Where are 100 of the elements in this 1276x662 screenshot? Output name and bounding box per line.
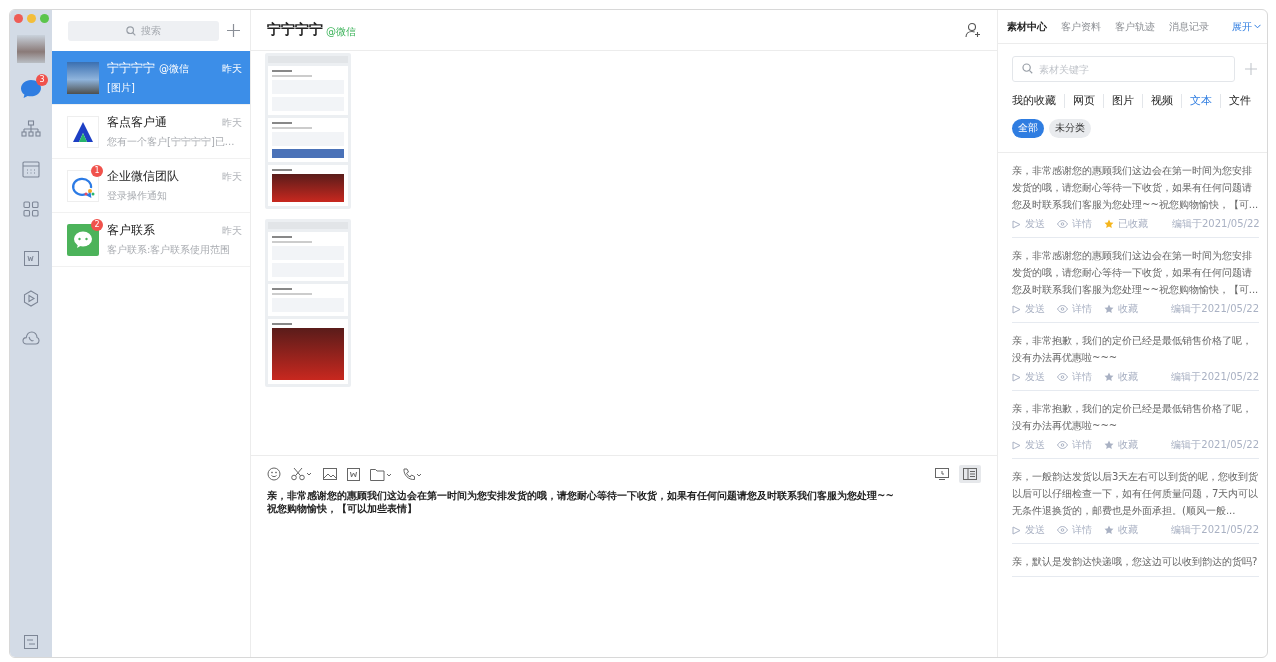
category-tab[interactable]: 图片 xyxy=(1112,94,1134,108)
play-triangle-icon xyxy=(1012,525,1021,535)
unread-count-badge: 1 xyxy=(91,164,103,177)
side-panel-icon xyxy=(963,468,977,480)
photo-placeholder xyxy=(67,61,99,94)
snippet-text: 亲，非常抱歉，我们的定价已经是最低销售价格了呢，没有办法再优惠啦~~~ xyxy=(1012,334,1253,365)
contact-name: 企业微信团队 xyxy=(107,168,179,184)
details-link[interactable]: 详情 xyxy=(1057,302,1092,316)
panel-tab[interactable]: 客户资料 xyxy=(1061,19,1101,34)
app-grid-icon[interactable] xyxy=(23,201,39,217)
screen-icon[interactable] xyxy=(935,468,949,480)
message-preview: [图片] xyxy=(107,80,136,95)
send-link[interactable]: 发送 xyxy=(1012,302,1045,316)
send-link[interactable]: 发送 xyxy=(1012,438,1045,452)
unread-count-badge: 3 xyxy=(36,74,48,86)
snippet-text: 亲，非常感谢您的惠顾我们这边会在第一时间为您安排发货的哦，请您耐心等待一下收货，如果有任何问题请您及时联系我们客服为您处理~~祝您购物愉快，【可... xyxy=(1012,164,1259,212)
panel-tab[interactable]: 客户轨迹 xyxy=(1115,19,1155,34)
contact-name: 宁宁宁宁 xyxy=(107,60,155,76)
star-icon xyxy=(1104,304,1114,314)
snippet-text: 亲，一般韵达发货以后3天左右可以到货的呢，您收到货以后可以仔细检查一下，如有任何质量问题，7天内可以无条件退换货的，邮费也是外面承担。(顺风一般... xyxy=(1012,470,1259,518)
conversation-item[interactable]: 2 客户联系 昨天 客户联系:客户联系使用范围 xyxy=(52,213,250,267)
snippet-text: 亲，非常抱歉，我们的定价已经是最低销售价格了呢，没有办法再优惠啦~~~ xyxy=(1012,402,1253,433)
favorite-link[interactable]: 收藏 xyxy=(1104,302,1138,316)
edit-date: 编辑于2021/05/22 xyxy=(1172,217,1260,231)
image-icon[interactable] xyxy=(323,468,337,480)
chevron-down-icon xyxy=(1254,24,1261,29)
edit-date: 编辑于2021/05/22 xyxy=(1171,438,1259,452)
favorite-link[interactable]: 收藏 xyxy=(1104,370,1138,384)
conversation-item[interactable]: 1 企业微信团队 昨天 登录操作通知 xyxy=(52,159,250,213)
contact-name: 客户联系 xyxy=(107,222,155,238)
play-triangle-icon xyxy=(1012,304,1021,314)
edit-date: 编辑于2021/05/22 xyxy=(1171,302,1259,316)
filter-chip[interactable]: 全部 xyxy=(1012,119,1044,138)
add-contact-icon[interactable] xyxy=(965,22,981,38)
eye-icon xyxy=(1057,526,1068,534)
favorite-link[interactable]: 已收藏 xyxy=(1104,217,1148,231)
side-panel-toggle-button[interactable] xyxy=(959,465,981,483)
contact-name: 客点客户通 xyxy=(107,114,167,130)
phone-screenshot-image[interactable] xyxy=(265,53,351,209)
search-field[interactable]: 搜索 xyxy=(68,20,219,41)
channel-tag: @微信 xyxy=(326,24,356,39)
phone-screenshot-image[interactable] xyxy=(265,219,351,387)
star-icon xyxy=(1104,525,1114,535)
chat-bubble-icon[interactable] xyxy=(20,79,42,99)
edit-date: 编辑于2021/05/22 xyxy=(1171,523,1259,537)
category-tab[interactable]: 网页 xyxy=(1073,94,1095,108)
add-icon[interactable] xyxy=(227,24,240,37)
scissors-icon[interactable] xyxy=(291,467,313,481)
category-tab[interactable]: 我的收藏 xyxy=(1012,94,1056,108)
message-time: 昨天 xyxy=(222,223,242,238)
hexagon-play-icon[interactable] xyxy=(23,289,39,307)
panel-tab[interactable]: 消息记录 xyxy=(1169,19,1209,34)
eye-icon xyxy=(1057,373,1068,381)
send-link[interactable]: 发送 xyxy=(1012,523,1045,537)
w-document-icon[interactable] xyxy=(347,467,360,481)
channel-tag: @微信 xyxy=(159,61,189,76)
details-link[interactable]: 详情 xyxy=(1057,523,1092,537)
expand-link[interactable]: 展开 xyxy=(1232,19,1261,34)
favorite-link[interactable]: 收藏 xyxy=(1104,523,1138,537)
search-icon xyxy=(1022,63,1033,74)
star-icon xyxy=(1104,219,1114,229)
message-time: 昨天 xyxy=(222,61,242,76)
snippet-text: 亲，非常感谢您的惠顾我们这边会在第一时间为您安排发货的哦，请您耐心等待一下收货，如果有任何问题请您及时联系我们客服为您处理~~祝您购物愉快，【可... xyxy=(1012,249,1259,297)
category-tab[interactable]: 文件 xyxy=(1229,94,1251,108)
edit-date: 编辑于2021/05/22 xyxy=(1171,370,1259,384)
panel-tab[interactable]: 素材中心 xyxy=(1007,19,1047,34)
w-document-icon[interactable] xyxy=(23,250,39,266)
letter-a-logo-icon xyxy=(67,115,99,148)
play-triangle-icon xyxy=(1012,440,1021,450)
search-icon xyxy=(125,25,136,36)
send-link[interactable]: 发送 xyxy=(1012,370,1045,384)
filter-chip[interactable]: 未分类 xyxy=(1049,119,1091,138)
category-tab[interactable]: 视频 xyxy=(1151,94,1173,108)
cloud-phone-icon[interactable] xyxy=(22,331,40,345)
category-tab[interactable]: 文本 xyxy=(1190,94,1212,108)
message-preview: 客户联系:客户联系使用范围 xyxy=(107,242,232,257)
snippet-text: 亲，默认是发韵达快递哦，您这边可以收到韵达的货吗? xyxy=(1012,555,1259,569)
emoji-icon[interactable] xyxy=(267,467,281,481)
conversation-item[interactable]: 宁宁宁宁 @微信 昨天 [图片] xyxy=(52,51,250,105)
details-link[interactable]: 详情 xyxy=(1057,370,1092,384)
star-icon xyxy=(1104,372,1114,382)
eye-icon xyxy=(1057,441,1068,449)
favorite-link[interactable]: 收藏 xyxy=(1104,438,1138,452)
send-link[interactable]: 发送 xyxy=(1012,217,1045,231)
add-icon[interactable] xyxy=(1245,63,1257,75)
folder-icon[interactable] xyxy=(370,467,392,481)
eye-icon xyxy=(1057,220,1068,228)
play-triangle-icon xyxy=(1012,372,1021,382)
calendar-icon[interactable] xyxy=(22,160,40,178)
details-link[interactable]: 详情 xyxy=(1057,438,1092,452)
details-link[interactable]: 详情 xyxy=(1057,217,1092,231)
phone-icon[interactable] xyxy=(402,467,422,481)
unread-count-badge: 2 xyxy=(91,218,103,231)
eye-icon xyxy=(1057,305,1068,313)
play-triangle-icon xyxy=(1012,219,1021,229)
message-preview: 登录操作通知 xyxy=(107,188,168,203)
zoom-window-button[interactable] xyxy=(39,14,49,23)
close-window-button[interactable] xyxy=(13,14,23,23)
profile-photo-placeholder[interactable] xyxy=(17,35,45,63)
org-chart-icon[interactable] xyxy=(21,120,41,138)
